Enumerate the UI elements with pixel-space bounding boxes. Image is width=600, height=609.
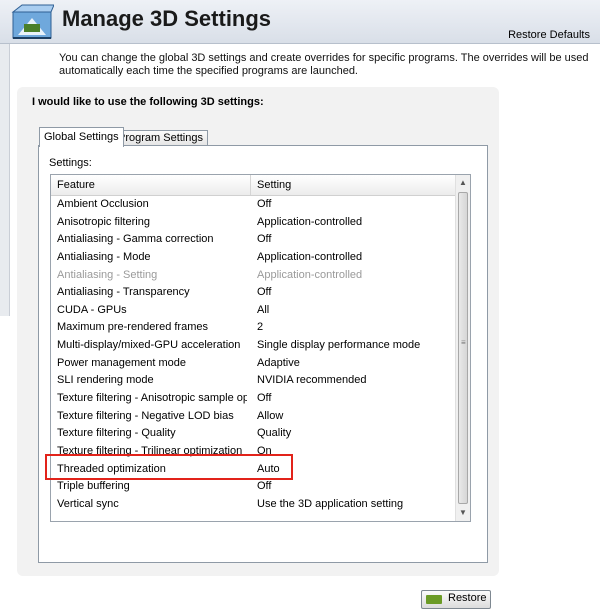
table-row[interactable]: Power management mode Adaptive (51, 355, 456, 373)
feature-cell: Threaded optimization (57, 462, 166, 475)
nvidia-logo-icon (426, 595, 442, 604)
left-navigation-edge (0, 44, 10, 316)
setting-cell[interactable]: Use the 3D application setting (257, 496, 403, 514)
list-header: Feature Setting (51, 175, 456, 196)
setting-cell[interactable]: Allow (257, 408, 283, 426)
settings-rows: Ambient Occlusion Off Anisotropic filteri… (51, 196, 456, 514)
setting-cell[interactable]: Off (257, 196, 271, 214)
feature-cell: Antialiasing - Gamma correction (57, 233, 214, 246)
restore-button-label: Restore (448, 592, 487, 604)
column-header-setting[interactable]: Setting (251, 175, 456, 195)
scroll-up-arrow-icon[interactable]: ▲ (456, 175, 470, 191)
page-title: Manage 3D Settings (62, 6, 272, 31)
feature-cell: Antialiasing - Setting (57, 268, 158, 281)
restore-button[interactable]: Restore (421, 590, 491, 609)
table-row-threaded-optimization[interactable]: Threaded optimization Auto (51, 461, 456, 479)
section-title: I would like to use the following 3D set… (32, 96, 264, 108)
feature-cell: Anisotropic filtering (57, 215, 150, 228)
setting-cell[interactable]: Off (257, 284, 271, 302)
tab-global-settings[interactable]: Global Settings (39, 127, 124, 147)
feature-cell: Texture filtering - Trilinear optimizati… (57, 444, 243, 457)
setting-cell[interactable]: Adaptive (257, 355, 300, 373)
settings-label: Settings: (49, 157, 92, 169)
table-row-disabled: Antialiasing - Setting Application-contro… (51, 267, 456, 285)
setting-cell[interactable]: Quality (257, 425, 291, 443)
table-row[interactable]: CUDA - GPUs All (51, 302, 456, 320)
setting-cell[interactable]: Application-controlled (257, 214, 362, 232)
global-settings-panel: Settings: Feature Setting Ambient Occlus… (38, 145, 491, 609)
feature-cell: Texture filtering - Negative LOD bias (57, 409, 234, 422)
table-row[interactable]: Antialiasing - Mode Application-controlle… (51, 249, 456, 267)
scrollbar-thumb[interactable]: ≡ (458, 192, 468, 504)
nvidia-control-panel-3d-icon (11, 4, 54, 39)
table-row[interactable]: Antialiasing - Gamma correction Off (51, 231, 456, 249)
setting-cell[interactable]: Auto (257, 461, 280, 479)
table-row[interactable]: Texture filtering - Trilinear optimizati… (51, 443, 456, 461)
table-row[interactable]: Texture filtering - Negative LOD bias All… (51, 408, 456, 426)
table-row[interactable]: SLI rendering mode NVIDIA recommended (51, 372, 456, 390)
table-row[interactable]: Triple buffering Off (51, 478, 456, 496)
grip-icon: ≡ (461, 338, 466, 347)
page-header: Manage 3D Settings Restore Defaults (0, 0, 600, 44)
setting-cell[interactable]: 2 (257, 319, 263, 337)
column-header-feature[interactable]: Feature (51, 175, 251, 195)
setting-cell[interactable]: Off (257, 390, 271, 408)
setting-cell[interactable]: Single display performance mode (257, 337, 420, 355)
settings-section: I would like to use the following 3D set… (17, 87, 499, 609)
feature-cell: Ambient Occlusion (57, 198, 149, 210)
table-row[interactable]: Ambient Occlusion Off (51, 196, 456, 214)
feature-cell: Antialiasing - Transparency (57, 286, 190, 299)
feature-cell: Vertical sync (57, 497, 119, 510)
setting-cell[interactable]: Off (257, 478, 271, 496)
feature-cell: Multi-display/mixed-GPU acceleration (57, 339, 241, 352)
table-row[interactable]: Texture filtering - Quality Quality (51, 425, 456, 443)
feature-cell: SLI rendering mode (57, 374, 154, 387)
setting-cell[interactable]: Application-controlled (257, 249, 362, 267)
feature-cell: Antialiasing - Mode (57, 250, 151, 263)
setting-cell[interactable]: All (257, 302, 269, 320)
settings-list: Feature Setting Ambient Occlusion Off Ani… (50, 174, 471, 522)
feature-cell: CUDA - GPUs (57, 303, 127, 316)
table-row[interactable]: Antialiasing - Transparency Off (51, 284, 456, 302)
feature-cell: Texture filtering - Anisotropic sample o… (57, 392, 247, 405)
feature-cell: Maximum pre-rendered frames (57, 321, 208, 334)
scroll-down-arrow-icon[interactable]: ▼ (456, 505, 470, 521)
vertical-scrollbar[interactable]: ▲ ≡ ▼ (455, 175, 470, 521)
setting-cell[interactable]: Off (257, 231, 271, 249)
setting-cell: Application-controlled (257, 268, 363, 281)
table-row[interactable]: Vertical sync Use the 3D application sett… (51, 496, 456, 514)
feature-cell: Triple buffering (57, 480, 130, 493)
feature-cell: Texture filtering - Quality (57, 427, 176, 440)
restore-defaults-link[interactable]: Restore Defaults (508, 29, 590, 41)
table-row[interactable]: Texture filtering - Anisotropic sample o… (51, 390, 456, 408)
table-row[interactable]: Multi-display/mixed-GPU acceleration Sing… (51, 337, 456, 355)
feature-cell: Power management mode (57, 356, 187, 369)
setting-cell[interactable]: NVIDIA recommended (257, 372, 366, 390)
page-description: You can change the global 3D settings an… (59, 52, 589, 77)
table-row[interactable]: Anisotropic filtering Application-control… (51, 214, 456, 232)
table-row[interactable]: Maximum pre-rendered frames 2 (51, 319, 456, 337)
setting-cell[interactable]: On (257, 443, 272, 461)
